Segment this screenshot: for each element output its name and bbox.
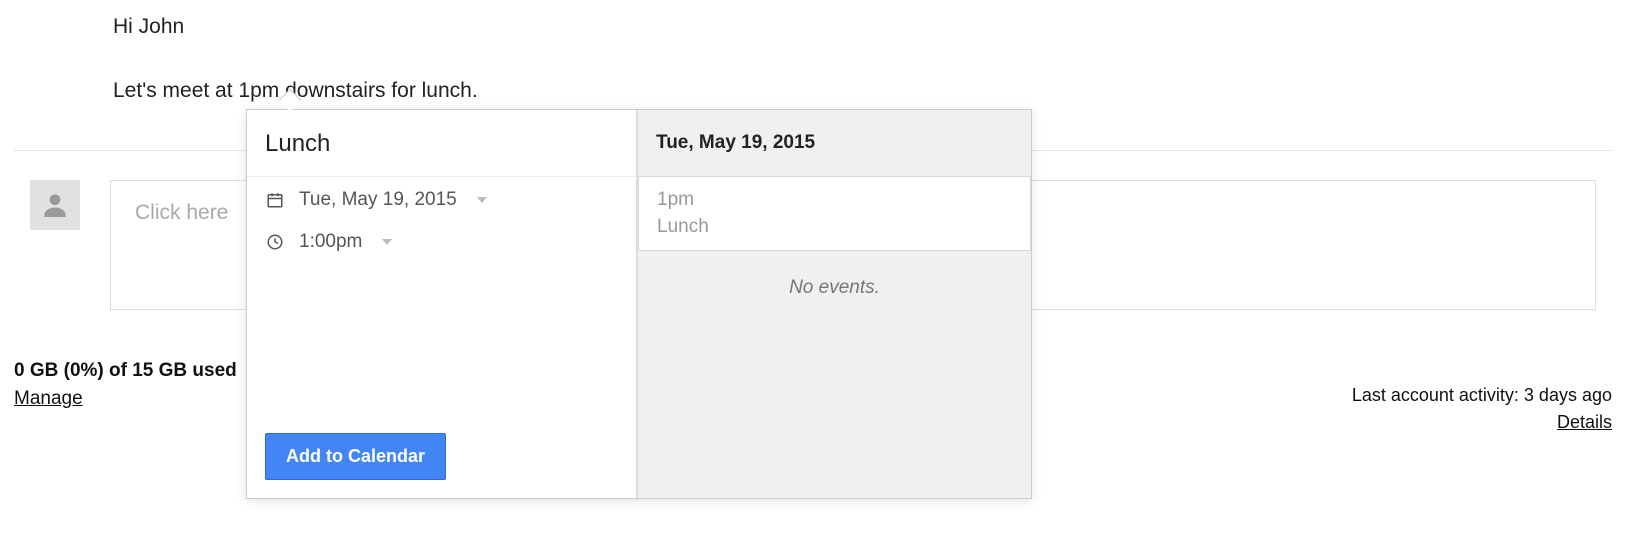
calendar-preview-pane: Tue, May 19, 2015 1pm Lunch No events. [637,110,1031,498]
last-activity: Last account activity: 3 days ago [1352,385,1612,406]
event-title: Lunch [247,110,636,177]
chevron-down-icon [477,197,487,203]
proposed-event-time: 1pm [657,187,1012,214]
event-date-selector[interactable]: Tue, May 19, 2015 [247,177,636,219]
calendar-detail-pane: Lunch Tue, May 19, 2015 1:00pm Add to Ca… [247,110,637,498]
preview-date-header: Tue, May 19, 2015 [638,110,1031,176]
calendar-popover: Lunch Tue, May 19, 2015 1:00pm Add to Ca… [246,109,1032,499]
avatar [30,180,80,230]
person-icon [39,189,71,221]
event-time-selector[interactable]: 1:00pm [247,219,636,261]
reply-placeholder: Click here [135,201,228,225]
add-to-calendar-button[interactable]: Add to Calendar [265,433,446,480]
no-events-label: No events. [638,277,1031,299]
chevron-down-icon [382,239,392,245]
clock-icon [265,232,285,252]
event-time-value: 1:00pm [299,231,362,253]
storage-usage: 0 GB (0%) of 15 GB used [14,360,237,382]
details-link[interactable]: Details [1557,412,1612,433]
manage-link[interactable]: Manage [14,388,83,410]
proposed-event[interactable]: 1pm Lunch [638,176,1031,251]
event-date-value: Tue, May 19, 2015 [299,189,457,211]
email-greeting: Hi John [113,10,478,44]
proposed-event-name: Lunch [657,214,1012,241]
calendar-icon [265,190,285,210]
